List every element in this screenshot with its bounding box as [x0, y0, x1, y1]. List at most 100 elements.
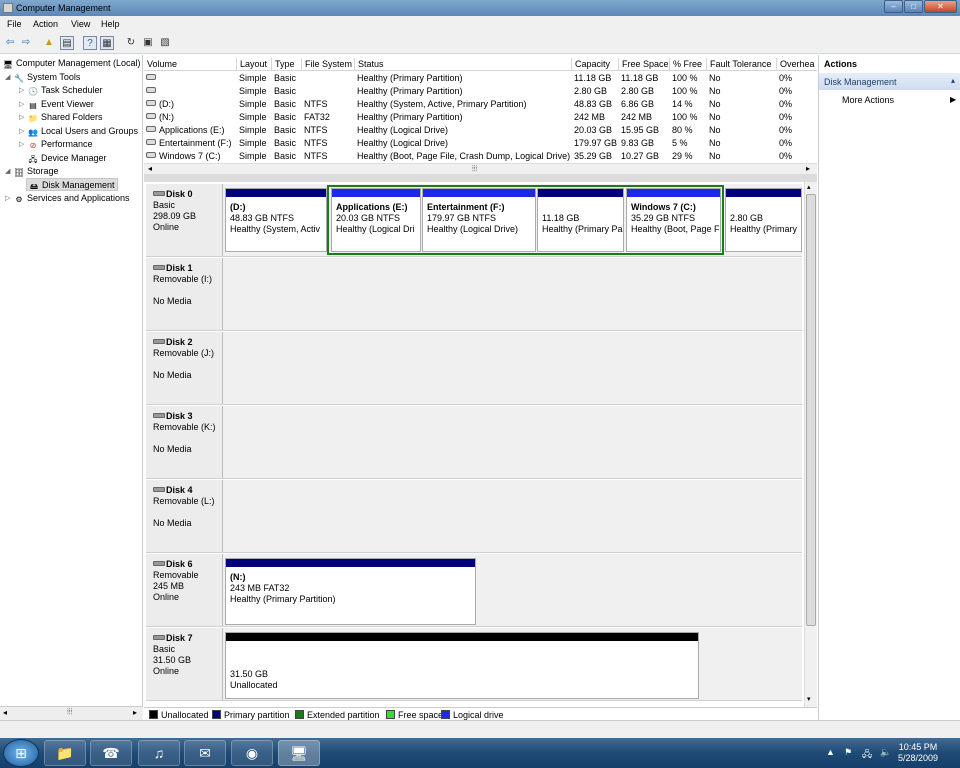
tree-shared-folders[interactable]: ▷ 📁 Shared Folders: [19, 111, 103, 124]
tree-local-users[interactable]: ▷ 👥 Local Users and Groups: [19, 125, 138, 138]
disk-label[interactable]: Disk 3 Removable (K:) No Media: [146, 406, 223, 478]
col-percent-free[interactable]: % Free: [669, 58, 706, 70]
disk-row[interactable]: Disk 4 Removable (L:) No Media: [146, 480, 802, 553]
expand-arrow-icon[interactable]: ▷: [19, 138, 24, 151]
media-player-taskbar-icon[interactable]: ♫: [138, 740, 180, 766]
close-button[interactable]: ✕: [924, 0, 957, 13]
disk-row[interactable]: Disk 3 Removable (K:) No Media: [146, 406, 802, 479]
menu-view[interactable]: View: [71, 19, 90, 29]
collapse-arrow-icon[interactable]: ◢: [5, 71, 10, 84]
disk-label[interactable]: Disk 0 Basic 298.09 GB Online: [146, 184, 223, 256]
partition-block[interactable]: Entertainment (F:) 179.97 GB NTFS Healthy …: [422, 188, 536, 252]
col-overhead[interactable]: Overhea: [776, 58, 817, 70]
more-actions-link[interactable]: More Actions: [842, 95, 894, 105]
expand-arrow-icon[interactable]: ▷: [19, 98, 24, 111]
disk-label[interactable]: Disk 4 Removable (L:) No Media: [146, 480, 223, 552]
col-file-system[interactable]: File System: [301, 58, 354, 70]
volume-row[interactable]: Applications (E:) Simple Basic NTFS Healthy …: [144, 123, 817, 136]
partition-block[interactable]: 2.80 GB Healthy (Primary: [725, 188, 802, 252]
collapse-arrow-icon[interactable]: ◢: [5, 165, 10, 178]
action-center-flag-icon[interactable]: ⚑: [844, 747, 852, 758]
start-button[interactable]: ⊞: [3, 739, 39, 767]
maximize-button[interactable]: □: [904, 0, 923, 13]
show-hide-tree-icon[interactable]: ▤: [60, 36, 74, 50]
disk-row[interactable]: Disk 0 Basic 298.09 GB Online (D:) 48.83 GB N…: [146, 184, 802, 257]
col-fault-tolerance[interactable]: Fault Tolerance: [706, 58, 776, 70]
col-free-space[interactable]: Free Space: [618, 58, 669, 70]
partition-block[interactable]: Applications (E:) 20.03 GB NTFS Healthy (L…: [331, 188, 421, 252]
tree-system-tools[interactable]: ◢ 🔧 System Tools: [5, 71, 80, 84]
tree-device-manager[interactable]: 🖧 Device Manager: [28, 152, 107, 165]
expand-arrow-icon[interactable]: ▷: [19, 125, 24, 138]
scroll-down-arrow-icon[interactable]: ▾: [807, 695, 811, 703]
partition-block[interactable]: 31.50 GB Unallocated: [225, 632, 699, 699]
collapse-caret-icon[interactable]: ▴: [951, 76, 955, 85]
volume-row[interactable]: Simple Basic Healthy (Primary Partition) 2.…: [144, 84, 817, 97]
firefox-taskbar-icon[interactable]: ◉: [231, 740, 273, 766]
scroll-thumb[interactable]: [806, 194, 816, 626]
show-action-pane-icon[interactable]: ▦: [100, 36, 114, 50]
export-list-icon[interactable]: ▧: [158, 36, 172, 50]
disk-map-vertical-scrollbar[interactable]: ▴ ▾: [804, 182, 817, 707]
clock[interactable]: 10:45 PM 5/28/2009: [898, 742, 938, 764]
tree-root[interactable]: 🖥 Computer Management (Local): [3, 57, 141, 70]
col-type[interactable]: Type: [271, 58, 300, 70]
menu-action[interactable]: Action: [33, 19, 58, 29]
minimize-button[interactable]: –: [884, 0, 903, 13]
menu-help[interactable]: Help: [101, 19, 120, 29]
disk-row[interactable]: Disk 1 Removable (I:) No Media: [146, 258, 802, 331]
disk-label[interactable]: Disk 1 Removable (I:) No Media: [146, 258, 223, 330]
partition-block[interactable]: Windows 7 (C:) 35.29 GB NTFS Healthy (Boot…: [626, 188, 721, 252]
col-capacity[interactable]: Capacity: [571, 58, 618, 70]
network-icon[interactable]: 🖧: [862, 747, 872, 763]
scroll-right-arrow-icon[interactable]: ▸: [133, 708, 137, 717]
scroll-up-arrow-icon[interactable]: ▴: [807, 183, 811, 191]
scroll-left-arrow-icon[interactable]: ◂: [3, 708, 7, 717]
computer-management-taskbar-icon[interactable]: 🖥: [278, 740, 320, 766]
explorer-taskbar-icon[interactable]: 📁: [44, 740, 86, 766]
volume-row[interactable]: (D:) Simple Basic NTFS Healthy (System, Acti…: [144, 97, 817, 110]
disk-row[interactable]: Disk 2 Removable (J:) No Media: [146, 332, 802, 405]
col-status[interactable]: Status: [354, 58, 570, 70]
tree-storage[interactable]: ◢ 🗄 Storage: [5, 165, 59, 178]
col-layout[interactable]: Layout: [236, 58, 270, 70]
volume-icon[interactable]: 🔈: [880, 747, 891, 758]
tree-performance[interactable]: ▷ ⊘ Performance: [19, 138, 93, 151]
partition-block[interactable]: (D:) 48.83 GB NTFS Healthy (System, Activ: [225, 188, 327, 252]
expand-arrow-icon[interactable]: ▷: [19, 111, 24, 124]
actions-section-disk-management[interactable]: Disk Management ▴: [819, 73, 960, 90]
tree-event-viewer[interactable]: ▷ ▤ Event Viewer: [19, 98, 94, 111]
volume-row[interactable]: Entertainment (F:) Simple Basic NTFS Healthy…: [144, 136, 817, 149]
col-volume[interactable]: Volume: [144, 58, 236, 70]
disk-row[interactable]: Disk 6 Removable 245 MB Online (N:) 243 MB FA…: [146, 554, 802, 627]
expand-arrow-icon[interactable]: ▷: [5, 192, 10, 205]
expand-arrow-icon[interactable]: ▷: [19, 84, 24, 97]
partition-block[interactable]: 11.18 GB Healthy (Primary Pa: [537, 188, 624, 252]
volume-row[interactable]: Simple Basic Healthy (Primary Partition) 11…: [144, 71, 817, 84]
messenger-taskbar-icon[interactable]: ☎: [90, 740, 132, 766]
pane-splitter[interactable]: [144, 174, 817, 182]
tray-expand-icon[interactable]: ▲: [826, 747, 835, 757]
tree-horizontal-scrollbar[interactable]: ◂ ⦙⦙⦙ ▸: [0, 706, 143, 720]
disk-label[interactable]: Disk 6 Removable 245 MB Online: [146, 554, 223, 626]
back-icon[interactable]: ⇦: [3, 36, 17, 50]
refresh-icon[interactable]: ↻: [124, 36, 138, 50]
menu-file[interactable]: File: [7, 19, 22, 29]
scroll-right-arrow-icon[interactable]: ▸: [806, 164, 810, 173]
volume-row[interactable]: (N:) Simple Basic FAT32 Healthy (Primary Par…: [144, 110, 817, 123]
tree-task-scheduler[interactable]: ▷ 🕓 Task Scheduler: [19, 84, 103, 97]
disk-label[interactable]: Disk 7 Basic 31.50 GB Online: [146, 628, 223, 700]
outlook-taskbar-icon[interactable]: ✉: [184, 740, 226, 766]
forward-icon[interactable]: ⇨: [19, 36, 33, 50]
disk-label[interactable]: Disk 2 Removable (J:) No Media: [146, 332, 223, 404]
disk-row[interactable]: Disk 7 Basic 31.50 GB Online 31.50 GB Unalloc…: [146, 628, 802, 701]
up-folder-icon[interactable]: ▲: [42, 36, 56, 50]
properties-icon[interactable]: ▣: [141, 36, 155, 50]
tree-disk-management[interactable]: 🖴 Disk Management: [26, 178, 118, 191]
partition-block[interactable]: (N:) 243 MB FAT32 Healthy (Primary Partiti…: [225, 558, 476, 625]
scroll-left-arrow-icon[interactable]: ◂: [148, 164, 152, 173]
help-icon[interactable]: ?: [83, 36, 97, 50]
volume-horizontal-scrollbar[interactable]: ◂ ⦙⦙⦙ ▸: [144, 163, 817, 174]
tree-services[interactable]: ▷ ⚙ Services and Applications: [5, 192, 130, 205]
volume-row[interactable]: Windows 7 (C:) Simple Basic NTFS Healthy (Bo…: [144, 149, 817, 162]
